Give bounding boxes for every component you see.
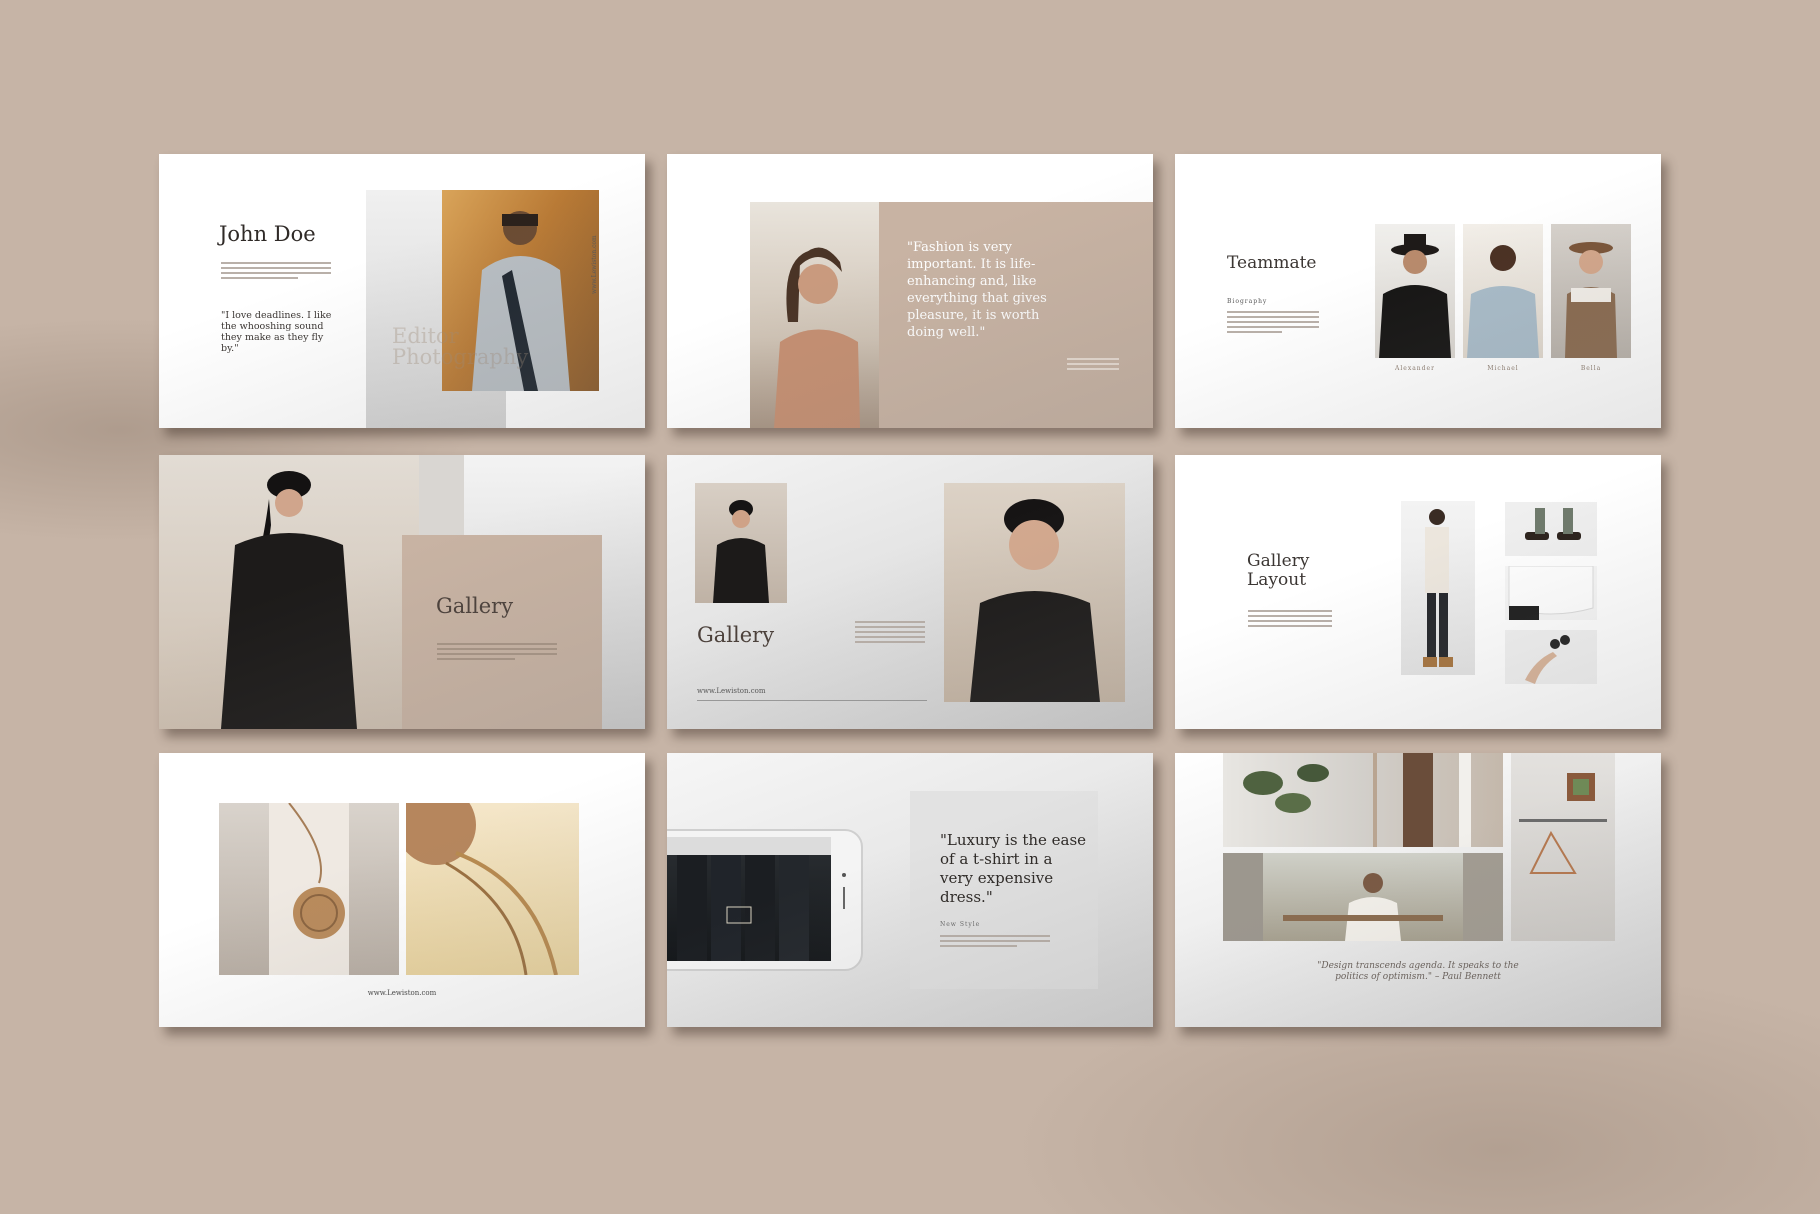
slide-gallery-layout[interactable]: Gallery Layout	[1175, 455, 1661, 729]
slide-url: www.Lewiston.com	[697, 687, 766, 695]
beige-card	[402, 535, 602, 729]
body-text-placeholder	[940, 935, 1050, 950]
style-label: New Style	[940, 921, 981, 928]
plants-figure	[1243, 753, 1471, 847]
photo-woman-beanie-large	[944, 483, 1125, 702]
photo-hanger-wall	[1511, 753, 1615, 941]
tshirt-rack-figure	[667, 837, 831, 961]
slide-title: Gallery	[697, 623, 775, 647]
slide-design-quote[interactable]: "Design transcends agenda. It speaks to …	[1175, 753, 1661, 1027]
slide-teammate[interactable]: Teammate Biography Alexander Michael Bel…	[1175, 154, 1661, 428]
photo-bella	[1551, 224, 1631, 358]
phone-mockup	[667, 829, 863, 971]
portrait-figure	[1467, 245, 1539, 358]
slide-title: John Doe	[219, 222, 316, 246]
slide-title: Gallery Layout	[1247, 552, 1309, 590]
phone-speaker-icon	[843, 887, 845, 909]
phone-screen-tshirts	[667, 837, 831, 961]
attribution-placeholder	[1067, 358, 1119, 373]
slide-quote: "Fashion is very important. It is life-e…	[907, 240, 1047, 340]
slide-title-line2: Layout	[1247, 570, 1307, 590]
portrait-figure	[713, 500, 769, 603]
photo-michael	[1463, 224, 1543, 358]
bag-figure	[269, 803, 349, 975]
member-name-michael: Michael	[1487, 365, 1519, 372]
member-name-alexander: Alexander	[1395, 365, 1435, 372]
portrait-figure	[1379, 234, 1451, 358]
portrait-figure	[970, 499, 1100, 702]
slide-quote: "Luxury is the ease of a t-shirt in a ve…	[940, 831, 1087, 906]
body-text-placeholder	[855, 621, 925, 646]
slide-title-line1: Gallery	[1247, 551, 1310, 571]
slide-quote: "I love deadlines. I like the whooshing …	[221, 310, 332, 354]
sunglasses-figure	[1525, 635, 1570, 684]
biography-label: Biography	[1227, 298, 1268, 305]
slide-title: Gallery	[436, 594, 514, 618]
photo-woman-beanie-small	[695, 483, 787, 603]
slide-url: www.Lewiston.com	[367, 989, 437, 997]
portrait-figure	[221, 471, 357, 729]
photo-sandals	[1505, 502, 1597, 556]
portrait-figure	[1423, 509, 1453, 667]
photo-plants-room	[1223, 753, 1503, 847]
photo-sunglasses-hand	[1505, 630, 1597, 684]
faded-heading-line1: Editor	[392, 324, 459, 348]
slide-luxury-quote[interactable]: "Luxury is the ease of a t-shirt in a ve…	[667, 753, 1153, 1027]
desk-figure	[1223, 853, 1503, 941]
slide-gallery-2[interactable]: Gallery www.Lewiston.com	[667, 455, 1153, 729]
photo-woman-black-dress	[159, 455, 419, 729]
slide-gallery-1[interactable]: Gallery	[159, 455, 645, 729]
sandals-figure	[1525, 508, 1581, 540]
straw-bag-figure	[406, 803, 558, 975]
body-text-placeholder	[221, 262, 331, 282]
slide-john-doe[interactable]: John Doe "I love deadlines. I like the w…	[159, 154, 645, 428]
photo-straw-bag	[406, 803, 579, 975]
slide-quote-line2: politics of optimism." – Paul Bennett	[1335, 972, 1501, 982]
faded-heading: Editor Photography	[392, 326, 528, 368]
member-name-bella: Bella	[1580, 365, 1602, 372]
photo-woman-sunglasses	[750, 202, 879, 428]
slide-accessories[interactable]: www.Lewiston.com	[159, 753, 645, 1027]
photo-white-shirt	[1505, 566, 1597, 620]
hanger-figure	[1519, 773, 1607, 874]
portrait-figure	[1565, 242, 1617, 358]
biography-text-placeholder	[1227, 311, 1319, 336]
slide-quote-line1: "Design transcends agenda. It speaks to …	[1317, 961, 1519, 971]
photo-woman-bag	[219, 803, 399, 975]
photo-man-standing	[1401, 501, 1475, 675]
phone-camera-icon	[842, 873, 846, 877]
faded-heading-line2: Photography	[392, 345, 529, 369]
divider-line	[697, 700, 927, 701]
body-text-placeholder	[437, 643, 557, 663]
photo-woman-desk	[1223, 853, 1503, 941]
photo-alexander	[1375, 224, 1455, 358]
vertical-url: www.Lewiston.com	[591, 235, 598, 294]
portrait-figure	[774, 247, 860, 428]
slide-fashion-quote[interactable]: "Fashion is very important. It is life-e…	[667, 154, 1153, 428]
slide-quote: "Design transcends agenda. It speaks to …	[1175, 961, 1661, 983]
shirt-figure	[1508, 566, 1594, 620]
slide-title: Teammate	[1227, 253, 1317, 273]
body-text-placeholder	[1248, 610, 1332, 630]
